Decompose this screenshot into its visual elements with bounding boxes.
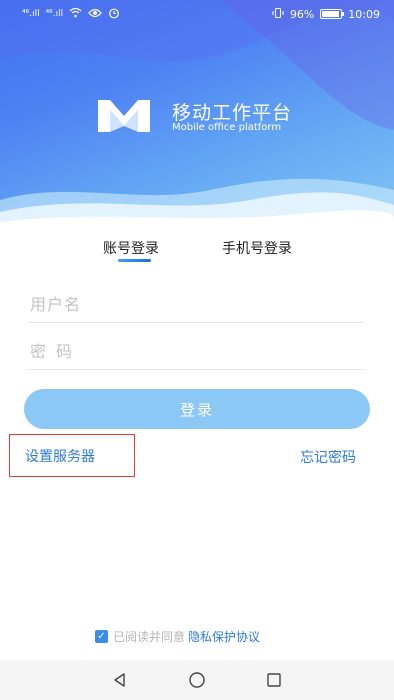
agreement-checkbox[interactable]: ✓ [95,630,108,643]
privacy-policy-link[interactable]: 隐私保护协议 [188,628,260,645]
agreement-text: 已阅读并同意 [113,630,186,644]
clock-time: 10:09 [348,7,380,21]
status-bar: ⁴⁶.ıll ⁴⁶.ıll 96% 10:09 [0,0,394,28]
username-field [28,283,364,323]
password-field [28,330,364,370]
brand-subtitle: Mobile office platform [172,122,282,133]
wifi-icon [69,7,82,21]
header-banner: ⁴⁶.ıll ⁴⁶.ıll 96% 10:09 移动工作平台 Mobile of… [0,0,394,228]
vibrate-icon [272,7,284,21]
app-logo-icon [98,100,150,132]
home-icon[interactable] [182,665,212,695]
alarm-icon [108,7,120,22]
back-icon[interactable] [105,665,135,695]
tab-phone-login[interactable]: 手机号登录 [222,238,292,258]
brand-title: 移动工作平台 [172,102,293,124]
recent-apps-icon[interactable] [259,665,289,695]
server-settings-link[interactable]: 设置服务器 [9,434,135,477]
eye-icon [88,8,102,21]
username-input[interactable] [30,295,350,314]
password-input[interactable] [30,342,350,361]
agreement-row: ✓ 已阅读并同意 隐私保护协议 [95,628,260,645]
system-navigation-bar [0,660,394,700]
battery-icon [320,9,345,19]
tab-account-login[interactable]: 账号登录 [103,238,159,258]
signal-indicator-1: ⁴⁶.ıll [22,9,40,19]
forgot-password-link[interactable]: 忘记密码 [300,447,356,467]
login-button[interactable]: 登录 [24,389,370,429]
server-settings-label: 设置服务器 [25,448,95,465]
signal-indicator-2: ⁴⁶.ıll [45,9,64,19]
active-tab-indicator [118,259,151,262]
battery-percent: 96% [289,7,315,21]
